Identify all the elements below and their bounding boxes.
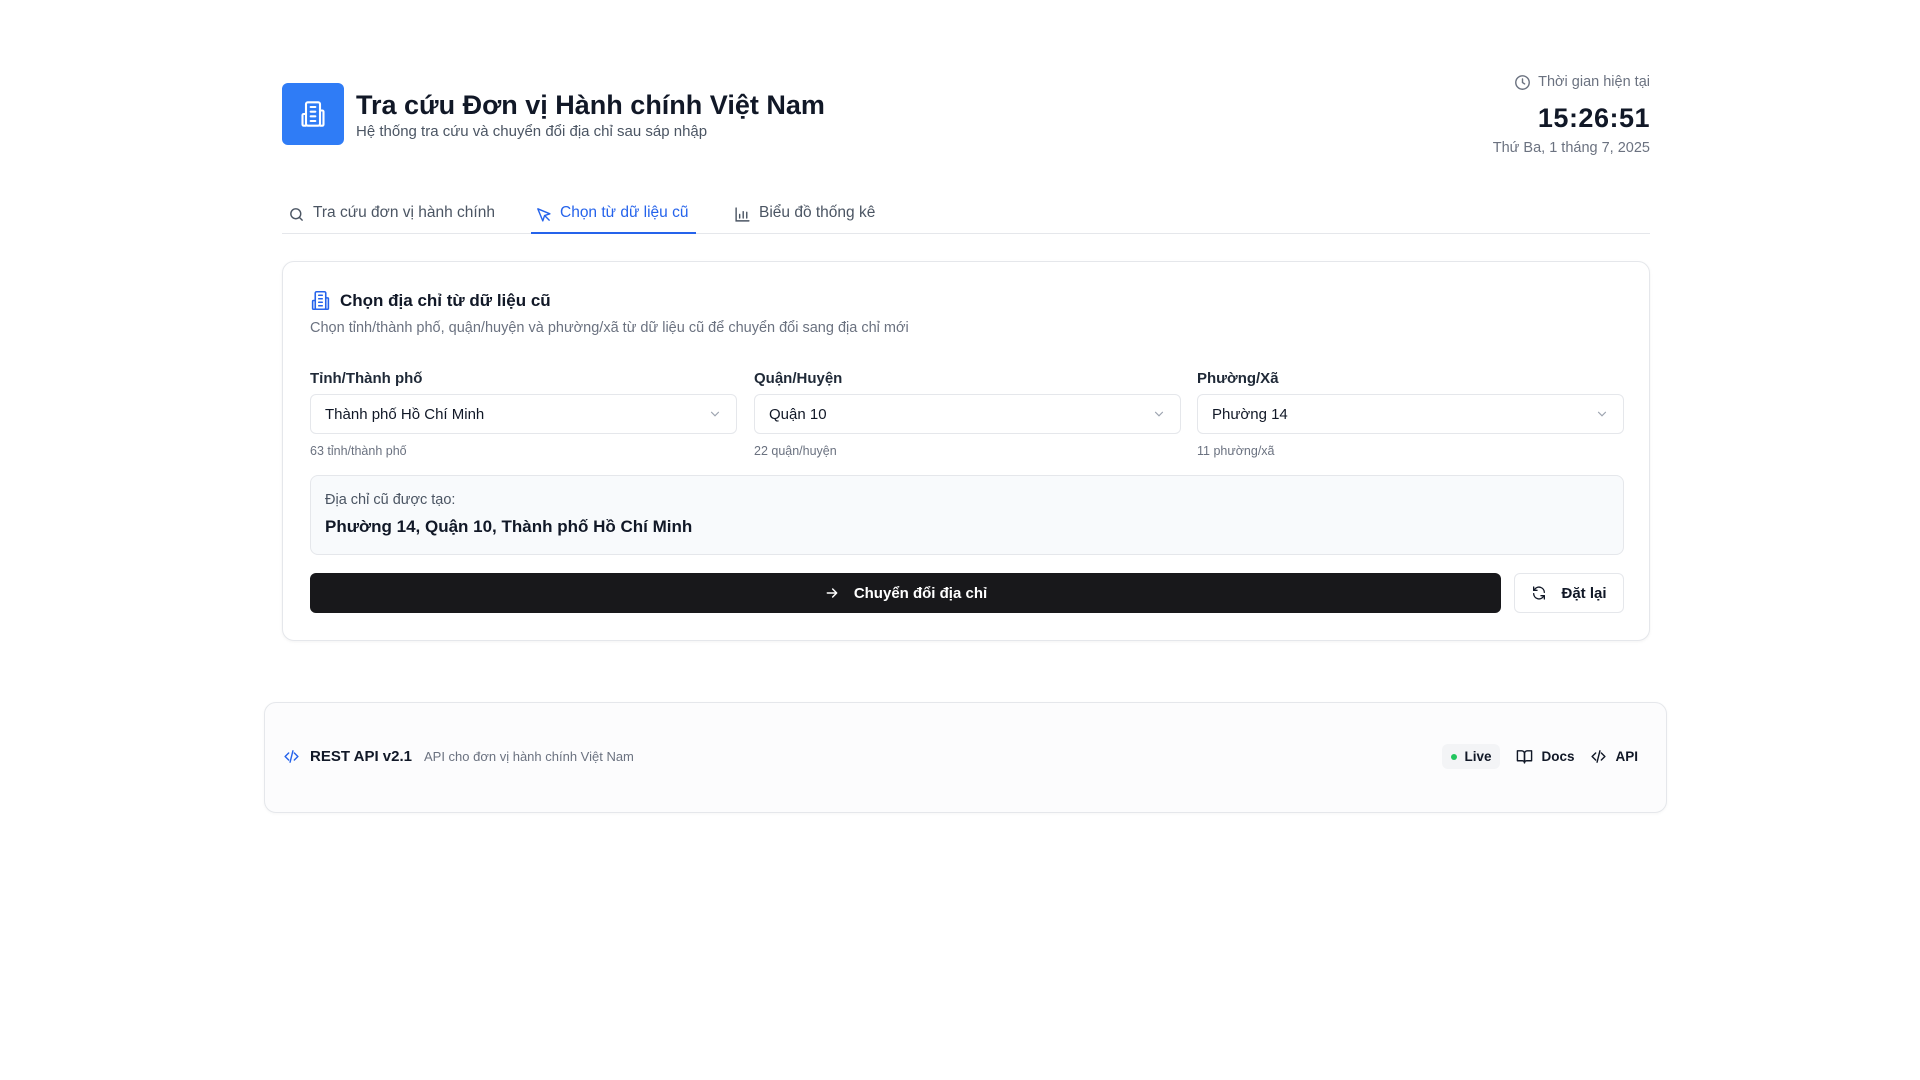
tab-label: Tra cứu đơn vị hành chính [313, 204, 495, 221]
book-icon [1517, 750, 1533, 764]
generated-address-value: Phường 14, Quận 10, Thành phố Hồ Chí Min… [325, 517, 693, 536]
tab-label: Chọn từ dữ liệu cũ [560, 204, 689, 221]
district-value: Quận 10 [769, 405, 827, 423]
api-label: API [1615, 749, 1638, 764]
ward-select[interactable]: Phường 14 [1197, 394, 1624, 434]
district-label: Quận/Huyện [754, 370, 843, 387]
tab-bar: Tra cứu đơn vị hành chính Chọn từ dữ liệ… [282, 196, 1650, 234]
province-count: 63 tỉnh/thành phố [310, 444, 407, 458]
district-field: Quận/Huyện Quận 10 22 quận/huyện [754, 370, 1181, 458]
docs-link[interactable]: Docs [1516, 748, 1574, 765]
reset-button[interactable]: Đặt lại [1514, 573, 1624, 613]
clock-icon [1515, 74, 1531, 90]
code-icon [284, 750, 299, 763]
chevron-down-icon [710, 411, 720, 417]
chevron-down-icon [1597, 411, 1607, 417]
live-status-badge: Live [1442, 744, 1501, 769]
clock-date: Thứ Ba, 1 tháng 7, 2025 [1492, 140, 1650, 156]
convert-address-button[interactable]: Chuyển đổi địa chỉ [310, 573, 1501, 613]
refresh-icon [1533, 586, 1546, 600]
tab-lookup[interactable]: Tra cứu đơn vị hành chính [284, 196, 499, 234]
api-description: API cho đơn vị hành chính Việt Nam [423, 749, 634, 764]
reset-button-label: Đặt lại [1561, 584, 1607, 602]
api-footer: REST API v2.1 API cho đơn vị hành chính … [264, 702, 1667, 813]
app-header: Tra cứu Đơn vị Hành chính Việt Nam Hệ th… [282, 74, 1650, 163]
building-icon [311, 290, 330, 311]
generated-address-label: Địa chỉ cũ được tạo: [325, 492, 456, 508]
code-icon [1591, 750, 1607, 763]
status-dot-icon [1451, 753, 1458, 760]
card-description: Chọn tỉnh/thành phố, quận/huyện và phườn… [310, 320, 909, 336]
province-label: Tỉnh/Thành phố [310, 370, 423, 387]
ward-field: Phường/Xã Phường 14 11 phường/xã [1197, 370, 1624, 458]
tab-old-data[interactable]: Chọn từ dữ liệu cũ [531, 196, 696, 234]
district-count: 22 quận/huyện [754, 444, 837, 458]
province-value: Thành phố Hồ Chí Minh [325, 405, 485, 423]
generated-address-box: Địa chỉ cũ được tạo: Phường 14, Quận 10,… [310, 475, 1624, 555]
convert-button-label: Chuyển đổi địa chỉ [853, 584, 988, 602]
api-version: REST API v2.1 [310, 748, 412, 765]
current-time-panel: Thời gian hiện tại 15:26:51 Thứ Ba, 1 th… [1350, 71, 1650, 156]
page-subtitle: Hệ thống tra cứu và chuyển đổi địa chỉ s… [356, 123, 708, 140]
ward-label: Phường/Xã [1197, 370, 1279, 387]
clock-label: Thời gian hiện tại [1538, 74, 1650, 90]
app-logo [282, 83, 344, 145]
search-icon [290, 208, 303, 221]
ward-count: 11 phường/xã [1197, 444, 1275, 458]
live-label: Live [1464, 749, 1492, 764]
tab-label: Biểu đồ thống kê [759, 204, 876, 221]
pointer-icon [537, 208, 551, 222]
api-link[interactable]: API [1590, 748, 1638, 765]
bar-chart-icon [735, 207, 750, 222]
province-field: Tỉnh/Thành phố Thành phố Hồ Chí Minh 63 … [310, 370, 737, 458]
chevron-down-icon [1154, 411, 1164, 417]
district-select[interactable]: Quận 10 [754, 394, 1181, 434]
ward-value: Phường 14 [1212, 405, 1288, 423]
province-select[interactable]: Thành phố Hồ Chí Minh [310, 394, 737, 434]
page-title: Tra cứu Đơn vị Hành chính Việt Nam [356, 90, 825, 120]
clock-time: 15:26:51 [1537, 103, 1650, 133]
docs-label: Docs [1541, 749, 1575, 764]
tab-statistics[interactable]: Biểu đồ thống kê [730, 196, 879, 234]
building-icon [301, 101, 325, 127]
arrow-right-icon [826, 588, 838, 598]
card-title: Chọn địa chỉ từ dữ liệu cũ [340, 290, 551, 310]
old-address-card: Chọn địa chỉ từ dữ liệu cũ Chọn tỉnh/thà… [282, 261, 1650, 641]
